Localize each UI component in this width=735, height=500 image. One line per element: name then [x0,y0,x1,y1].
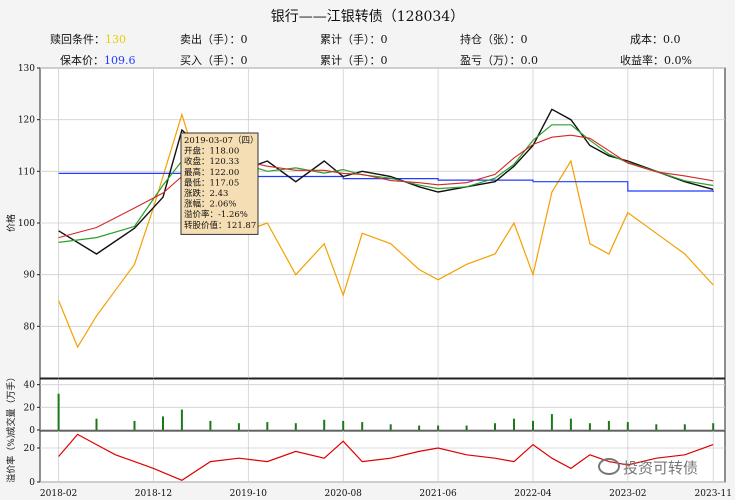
volume-bar [237,423,240,430]
volume-bar [266,422,269,430]
y-tick-label: 110 [18,167,35,177]
volume-bar [418,425,421,430]
x-tick-label: 2022-04 [514,489,552,499]
y-tick-label: 120 [18,116,35,126]
tooltip-line: 最低：117.05 [184,177,239,188]
tooltip-line: 2019-03-07（四） [184,135,259,146]
y-tick-label: 0 [29,478,35,488]
x-tick-label: 2021-06 [419,489,457,499]
volume-bar [180,409,183,430]
y-tick-label: 20 [24,403,36,413]
y-tick-label: 90 [24,271,36,281]
tooltip-line: 涨跌：2.43 [184,188,228,199]
tooltip-line: 最高：122.00 [184,167,239,178]
x-tick-label: 2018-02 [40,489,77,499]
x-tick-label: 2019-10 [230,489,268,499]
volume-bar [361,422,364,430]
volume-bar [389,424,392,430]
y-tick-label: 0 [29,426,35,436]
volume-bar [683,424,686,430]
tooltip-line: 溢价率：-1.26% [184,209,248,220]
chart-canvas: 2018-02 2018-12 2019-10 2020-08 2021-06 2022-… [5,64,732,499]
volume-bar [162,416,164,430]
volume-bar [57,393,60,430]
x-tick-label: 2020-08 [325,489,363,499]
volume-bar [494,423,496,430]
volume-bar [532,420,534,430]
x-tick-label: 2023-02 [609,489,646,499]
y-tick-label: 20 [24,444,36,454]
x-tick-label: 2018-12 [135,489,172,499]
volume-bar [513,418,515,430]
volume-bar [712,423,715,430]
volume-bar [437,425,440,430]
wechat-icon [598,458,620,475]
volume-bar [209,420,212,430]
y-tick-label: 40 [24,381,36,391]
panel-volume [39,378,726,431]
tooltip-line: 开盘：118.00 [184,146,239,157]
volume-bar [342,420,345,430]
y-tick-label: 80 [24,322,36,332]
y-axis-label-price: 价格 [5,214,17,232]
volume-bar [569,418,572,430]
volume-bar [294,423,297,430]
volume-bar [626,422,629,430]
tooltip-line: 涨幅：2.06% [184,199,237,210]
y-tick-label: 100 [18,219,35,229]
tooltip-line: 转股价值：121.87 [184,220,256,231]
tooltip-line: 收盘：120.33 [184,156,239,167]
volume-bar [550,414,553,430]
volume-bar [465,425,468,430]
volume-bar [323,419,326,430]
volume-bar [588,423,591,430]
volume-bar [607,420,610,430]
volume-bar [133,420,136,430]
watermark: 投资可转债 [598,457,698,478]
y-tick-label: 130 [18,64,35,74]
y-axis-label-premium: 溢价率（%） [5,429,17,483]
x-tick-label: 2023-11 [695,489,732,499]
volume-bar [655,424,658,430]
y-axis-label-volume: 成交量（万手） [5,372,17,435]
volume-bar [95,418,98,430]
